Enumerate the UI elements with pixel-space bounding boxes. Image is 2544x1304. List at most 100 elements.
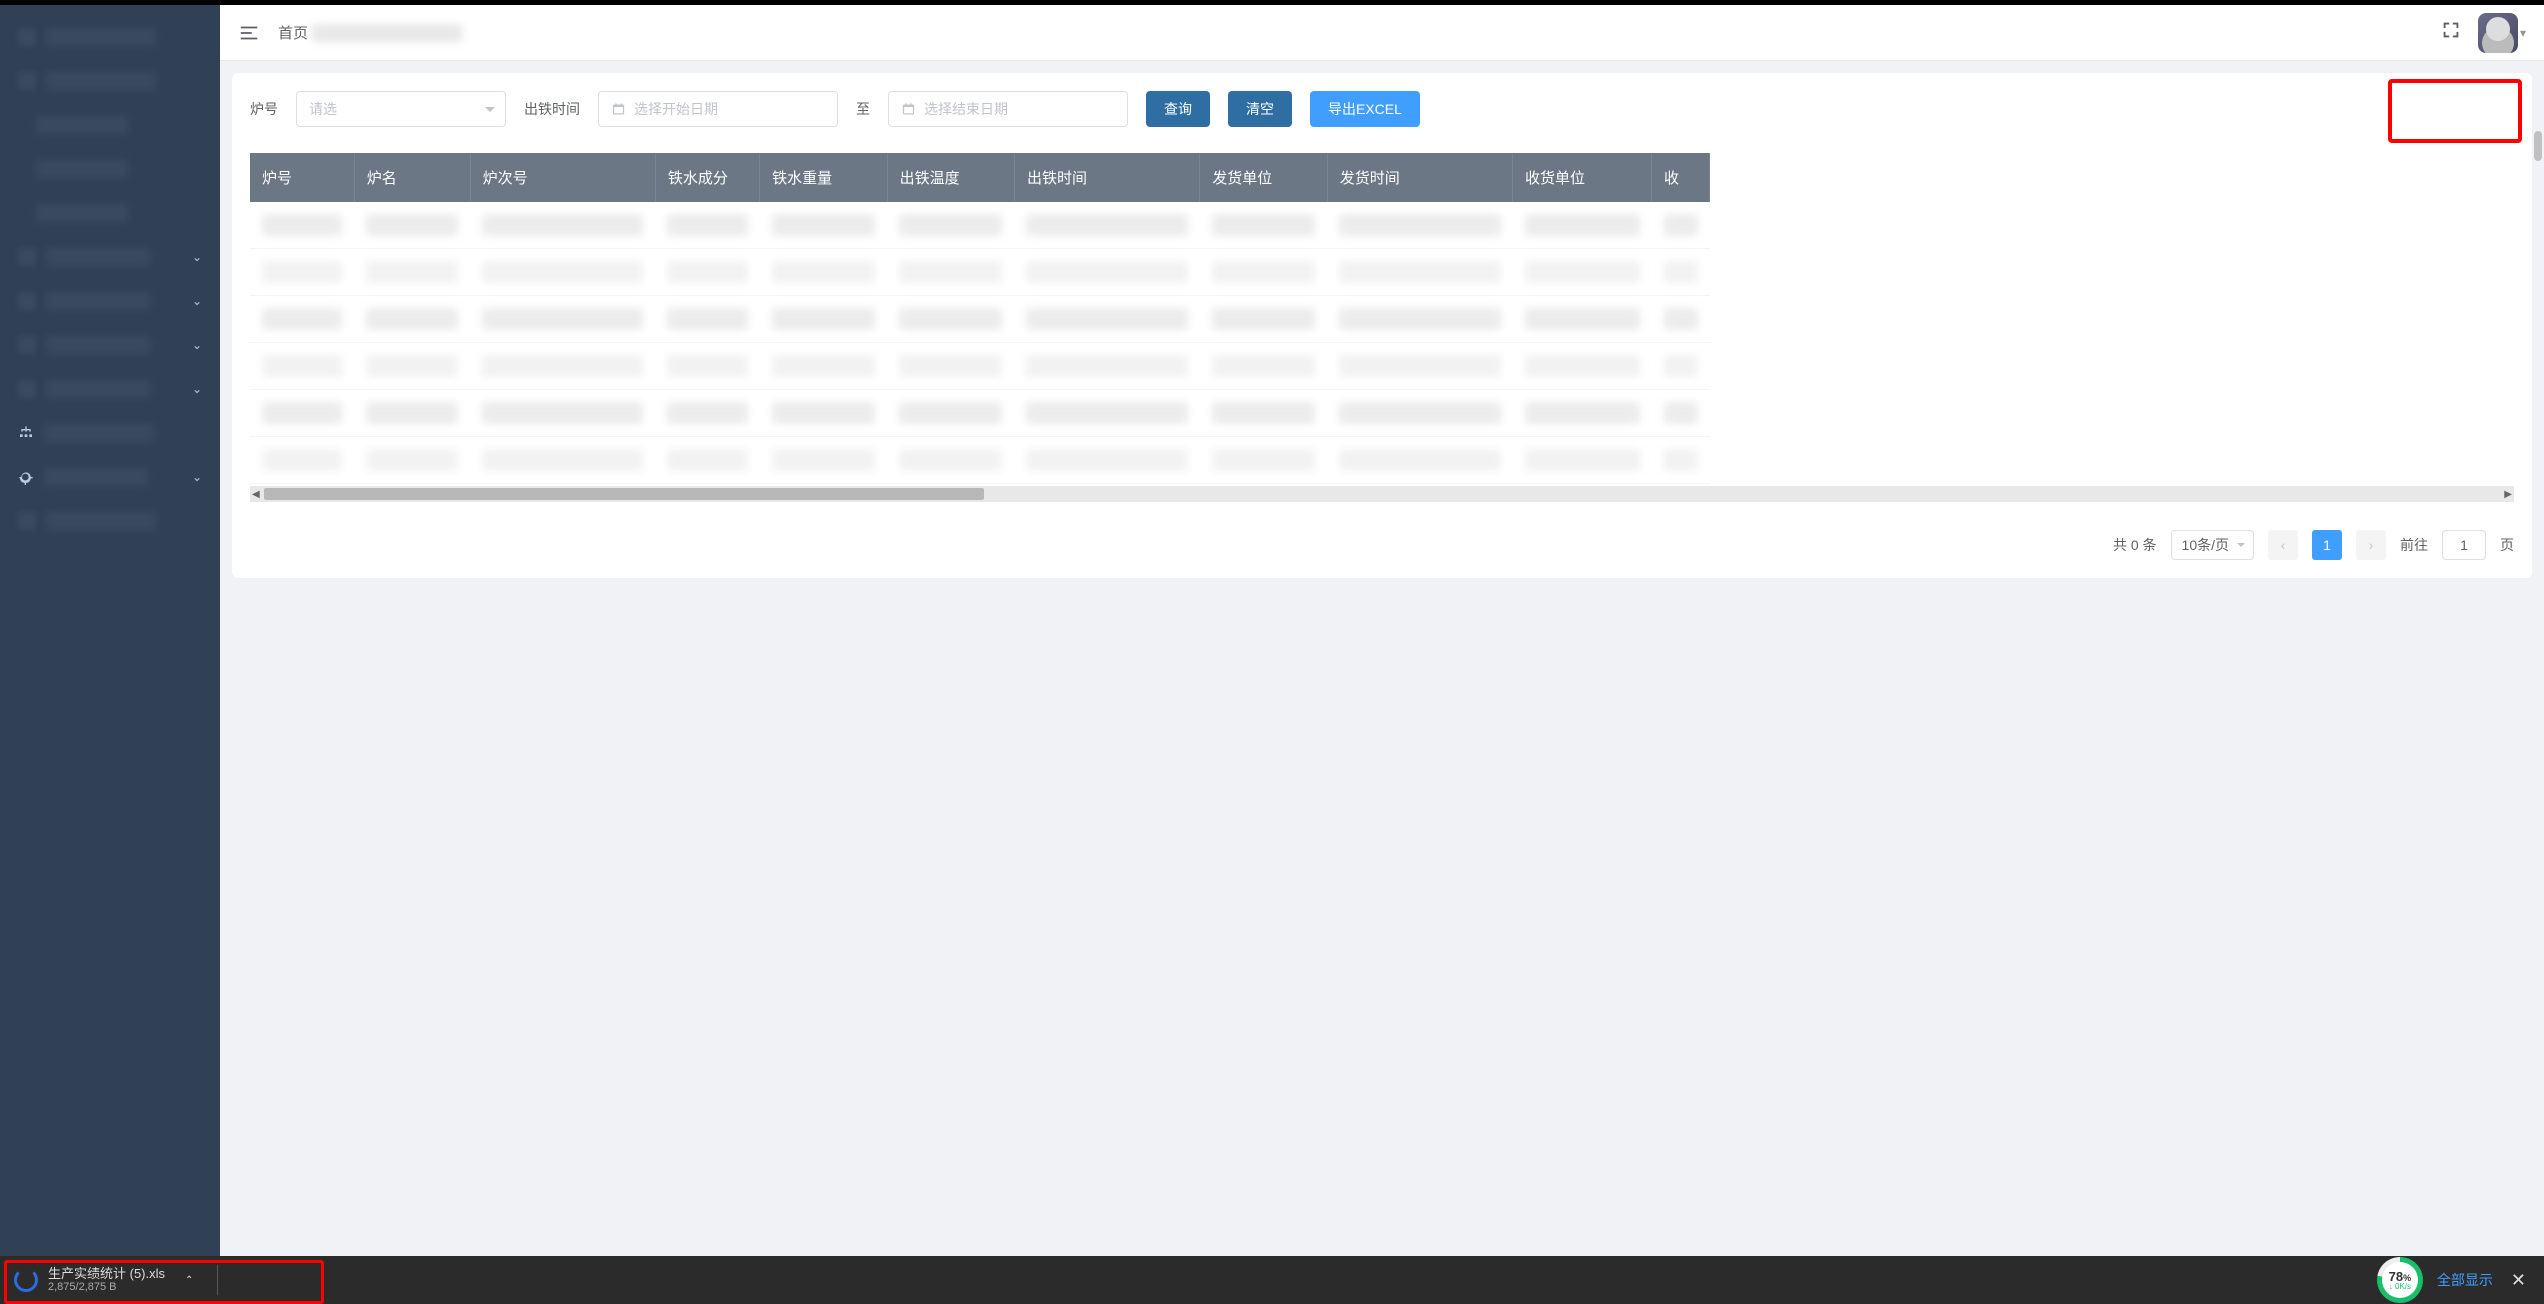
topbar: 首页 ▾ [220,5,2544,61]
to-label: 至 [856,99,870,119]
sidebar-label [46,248,150,266]
sidebar-item-8[interactable] [0,499,220,543]
goto-prefix: 前往 [2400,535,2428,555]
sidebar-label [46,28,156,46]
sidebar: ⌄ ⌄ ⌄ ⌄ ⌄ [0,5,220,1256]
menu-icon [18,380,36,398]
main-area: 首页 ▾ 炉号 请选 出铁时间 [220,5,2544,1256]
target-icon [18,469,34,485]
sidebar-label [46,336,150,354]
prev-page-button[interactable]: ‹ [2268,530,2298,560]
calendar-icon [611,102,626,117]
fullscreen-button[interactable] [2440,19,2462,46]
menu-icon [18,512,36,530]
th-composition: 铁水成分 [655,153,759,202]
sidebar-item-1[interactable] [0,59,220,103]
chevron-down-icon: ⌄ [192,250,202,264]
download-bar: 生产实绩统计 (5).xls 2,875/2,875 B ⌃ 78% ↓ 0K/… [0,1256,2544,1304]
chevron-down-icon: ⌄ [192,338,202,352]
goto-page-input[interactable] [2442,530,2486,560]
clear-button[interactable]: 清空 [1228,91,1292,127]
sidebar-item-6[interactable] [0,411,220,455]
download-size: 2,875/2,875 B [48,1281,165,1294]
scrollbar-thumb[interactable] [264,488,984,500]
sidebar-item-5[interactable]: ⌄ [0,367,220,411]
sidebar-label [46,292,150,310]
sidebar-item-2[interactable]: ⌄ [0,235,220,279]
menu-icon [18,336,36,354]
chevron-down-icon: ⌄ [192,470,202,484]
start-date-input[interactable]: 选择开始日期 [598,91,838,127]
sidebar-label [44,424,154,442]
th-recv: 收 [1652,153,1710,202]
collapse-sidebar-button[interactable] [238,22,260,44]
th-weight: 铁水重量 [760,153,887,202]
sidebar-item-4[interactable]: ⌄ [0,323,220,367]
page-1-button[interactable]: 1 [2312,530,2342,560]
chevron-down-icon: ⌄ [192,294,202,308]
annotation-highlight-export [2388,79,2522,143]
caret-down-icon: ▾ [2520,26,2526,40]
th-furnace-no: 炉号 [250,153,354,202]
th-temp: 出铁温度 [887,153,1014,202]
show-all-downloads-button[interactable]: 全部显示 [2437,1270,2493,1290]
download-filename: 生产实绩统计 (5).xls [48,1266,165,1282]
th-ship-time: 发货时间 [1327,153,1512,202]
table-row[interactable] [250,343,1710,390]
sidebar-item-7[interactable]: ⌄ [0,455,220,499]
table-body [250,202,1710,484]
separator [217,1265,218,1295]
table-row[interactable] [250,437,1710,484]
sidebar-label [36,204,128,222]
filter-bar: 炉号 请选 出铁时间 选择开始日期 至 选择结束日期 查询 清空 导出EXCEL [250,91,2514,127]
breadcrumb-home[interactable]: 首页 [278,22,308,43]
menu-icon [18,248,36,266]
chevron-down-icon: ⌄ [192,382,202,396]
th-furnace-name: 炉名 [354,153,470,202]
close-download-bar-button[interactable]: ✕ [2507,1270,2530,1291]
furnace-select[interactable]: 请选 [296,91,506,127]
sidebar-label [36,160,128,178]
horizontal-scrollbar[interactable]: ◀ ▶ [250,486,2514,502]
sidebar-label [36,116,128,134]
avatar [2478,13,2518,53]
sidebar-label [46,72,156,90]
speed-rate: ↓ 0K/s [2389,1283,2411,1291]
next-page-button[interactable]: › [2356,530,2386,560]
export-excel-button[interactable]: 导出EXCEL [1310,91,1420,127]
download-item[interactable]: 生产实绩统计 (5).xls 2,875/2,875 B ⌃ [14,1265,222,1295]
table-row[interactable] [250,296,1710,343]
card: 炉号 请选 出铁时间 选择开始日期 至 选择结束日期 查询 清空 导出EXCEL [232,73,2532,578]
scrollbar-thumb[interactable] [2534,131,2542,161]
table-row[interactable] [250,249,1710,296]
pagination: 共 0 条 10条/页 ‹ 1 › 前往 页 [250,530,2514,560]
calendar-icon [901,102,916,117]
sidebar-item-0[interactable] [0,15,220,59]
user-menu[interactable]: ▾ [2478,13,2526,53]
speed-meter[interactable]: 78% ↓ 0K/s [2377,1257,2423,1303]
sidebar-label [44,468,148,486]
download-progress-icon [14,1268,38,1292]
menu-icon [18,72,36,90]
sidebar-subitem-2[interactable] [0,191,220,235]
download-menu-caret[interactable]: ⌃ [175,1275,203,1286]
sidebar-item-3[interactable]: ⌄ [0,279,220,323]
time-label: 出铁时间 [524,99,580,119]
sidebar-subitem-0[interactable] [0,103,220,147]
th-recv-unit: 收货单位 [1513,153,1652,202]
total-text: 共 0 条 [2113,535,2157,555]
table-container: 炉号 炉名 炉次号 铁水成分 铁水重量 出铁温度 出铁时间 发货单位 发货时间 … [250,153,2514,502]
table-header-row: 炉号 炉名 炉次号 铁水成分 铁水重量 出铁温度 出铁时间 发货单位 发货时间 … [250,153,1710,202]
breadcrumb-rest [312,24,462,42]
page-size-select[interactable]: 10条/页 [2171,530,2254,560]
scroll-right-icon[interactable]: ▶ [2504,489,2512,500]
query-button[interactable]: 查询 [1146,91,1210,127]
table-row[interactable] [250,202,1710,249]
sidebar-subitem-1[interactable] [0,147,220,191]
th-heat-no: 炉次号 [470,153,655,202]
sidebar-label [46,380,150,398]
end-date-input[interactable]: 选择结束日期 [888,91,1128,127]
scroll-left-icon[interactable]: ◀ [252,489,260,500]
menu-icon [18,292,36,310]
table-row[interactable] [250,390,1710,437]
